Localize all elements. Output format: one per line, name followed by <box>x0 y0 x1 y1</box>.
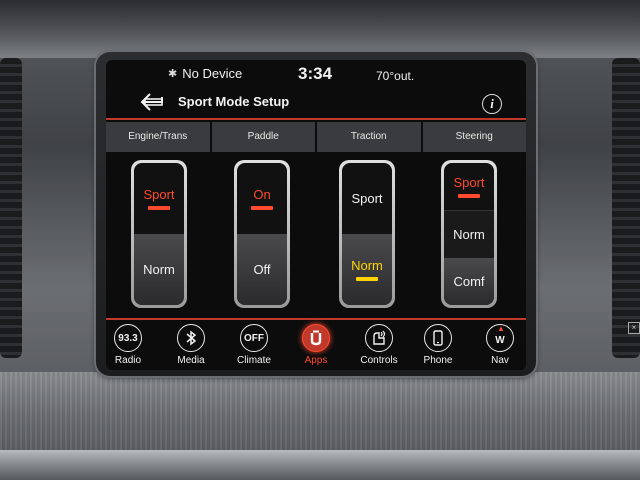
selected-indicator <box>458 194 480 198</box>
infotainment-screen: ✱ No Device 3:34 70°out. Sport Mode Setu… <box>106 60 526 370</box>
info-button[interactable]: i <box>482 94 502 114</box>
back-arrow-icon <box>140 93 163 111</box>
column-header-steering: Steering <box>422 122 526 152</box>
column-headers: Engine/Trans Paddle Traction Steering <box>106 122 526 152</box>
steering-switch[interactable]: Sport Norm Comf <box>441 160 497 308</box>
controls-icon <box>365 324 393 352</box>
option-label: On <box>253 187 271 202</box>
nav-controls[interactable]: Controls <box>349 324 409 366</box>
bluetooth-status: ✱ No Device <box>168 66 242 81</box>
outside-temperature: 70°out. <box>376 69 415 83</box>
bottom-nav-bar: 93.3 Radio Media OFF Climate Apps Contro… <box>106 318 526 370</box>
bluetooth-icon <box>177 324 205 352</box>
option-label: Norm <box>143 262 175 277</box>
nav-label: Apps <box>304 355 328 366</box>
nav-phone[interactable]: Phone <box>408 324 468 366</box>
nav-climate[interactable]: OFF Climate <box>224 324 284 366</box>
column-header-engine-trans: Engine/Trans <box>106 122 210 152</box>
phone-icon <box>424 324 452 352</box>
option-label: Sport <box>453 175 485 190</box>
compass-heading: W <box>495 334 505 346</box>
nav-nav[interactable]: ▲ W Nav <box>470 324 526 366</box>
nav-radio[interactable]: 93.3 Radio <box>106 324 158 366</box>
radio-icon: 93.3 <box>114 324 142 352</box>
bluetooth-icon: ✱ <box>168 68 178 80</box>
steering-option-norm[interactable]: Norm <box>444 210 494 258</box>
nav-label: Nav <box>491 355 509 366</box>
traction-switch[interactable]: Sport Norm <box>339 160 395 308</box>
apps-icon <box>302 324 330 352</box>
steering-option-comf[interactable]: Comf <box>444 258 494 305</box>
nav-label: Climate <box>237 355 271 366</box>
title-bar: Sport Mode Setup i <box>106 88 526 120</box>
option-label: Norm <box>351 258 383 273</box>
climate-icon: OFF <box>240 324 268 352</box>
option-label: Comf <box>453 274 485 289</box>
traction-option-sport[interactable]: Sport <box>342 163 392 234</box>
air-vent-right <box>612 58 640 358</box>
engine-trans-switch[interactable]: Sport Norm <box>131 160 187 308</box>
nav-label: Controls <box>360 355 398 366</box>
nav-label: Phone <box>423 355 453 366</box>
column-header-traction: Traction <box>317 122 421 152</box>
traction-option-norm[interactable]: Norm <box>342 234 392 305</box>
mode-switches: Sport Norm On Off Sport Norm Sport Norm … <box>106 152 526 312</box>
compass-icon: ▲ W <box>486 324 514 352</box>
nav-label: Media <box>177 355 205 366</box>
paddle-option-off[interactable]: Off <box>237 234 287 305</box>
nav-media[interactable]: Media <box>161 324 221 366</box>
option-label: Sport <box>143 187 175 202</box>
page-title: Sport Mode Setup <box>178 94 290 109</box>
option-label: Sport <box>351 191 383 206</box>
back-button[interactable] <box>140 91 166 113</box>
device-status-text: No Device <box>182 66 243 81</box>
option-label: Norm <box>453 227 485 242</box>
dashboard-chrome-rim <box>0 450 640 480</box>
selected-indicator <box>251 206 273 210</box>
clock: 3:34 <box>298 64 333 83</box>
engine-trans-option-norm[interactable]: Norm <box>134 234 184 305</box>
steering-option-sport[interactable]: Sport <box>444 163 494 210</box>
status-bar: ✱ No Device 3:34 70°out. <box>106 60 526 88</box>
selected-indicator <box>356 277 378 281</box>
paddle-switch[interactable]: On Off <box>234 160 290 308</box>
compass-needle-icon: ▲ <box>497 324 505 333</box>
selected-indicator <box>148 206 170 210</box>
paddle-option-on[interactable]: On <box>237 163 287 234</box>
engine-trans-option-sport[interactable]: Sport <box>134 163 184 234</box>
dashboard-top-trim <box>0 0 640 58</box>
vent-close-icon: × <box>628 322 640 334</box>
air-vent-left <box>0 58 22 358</box>
option-label: Off <box>253 262 271 277</box>
column-header-paddle: Paddle <box>211 122 315 152</box>
nav-label: Radio <box>114 355 142 366</box>
nav-apps[interactable]: Apps <box>286 324 346 366</box>
